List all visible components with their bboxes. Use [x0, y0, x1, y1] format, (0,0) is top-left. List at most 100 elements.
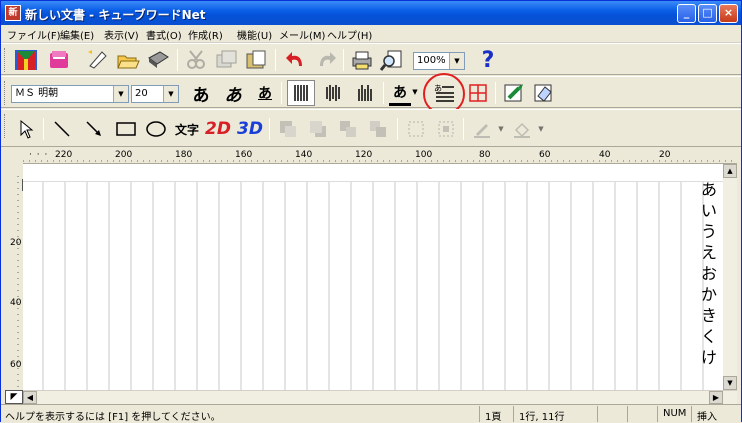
- bring-front-icon[interactable]: [275, 116, 301, 142]
- text-char: お: [701, 264, 718, 283]
- align-objects-icon[interactable]: [403, 116, 429, 142]
- open-folder-icon[interactable]: [115, 47, 141, 73]
- vertical-scrollbar[interactable]: ▲ ▼: [723, 164, 737, 390]
- new-doc-pink-icon[interactable]: [46, 47, 72, 73]
- text-char: い: [701, 201, 718, 220]
- save-icon[interactable]: [145, 47, 171, 73]
- font-color-dropdown-icon[interactable]: ▼: [411, 85, 419, 99]
- insert-object-icon[interactable]: [531, 80, 557, 106]
- status-mode: 挿入: [697, 412, 717, 423]
- menu-function[interactable]: 機能(U): [237, 27, 272, 42]
- chevron-down-icon[interactable]: ▼: [163, 86, 178, 102]
- copy-icon[interactable]: [213, 47, 239, 73]
- distribute-objects-icon[interactable]: [433, 116, 459, 142]
- scroll-left-icon[interactable]: ◀: [23, 391, 37, 404]
- app-window: 新 新しい文書 - キューブワードNet _ □ × ファイル(F) 編集(E)…: [0, 0, 742, 423]
- corner-arrow-icon[interactable]: ◤: [5, 390, 23, 404]
- align-center-button[interactable]: [319, 80, 347, 106]
- menu-format[interactable]: 書式(O): [146, 27, 182, 42]
- toolbar-grip[interactable]: [4, 81, 7, 105]
- new-file-icon[interactable]: [85, 47, 111, 73]
- status-bar: ヘルプを表示するには [F1] を押してください。 1頁 1行, 11行 NUM…: [1, 404, 741, 423]
- vertical-document-text[interactable]: あ い う え お か き く け: [701, 179, 719, 368]
- undo-icon[interactable]: [283, 47, 309, 73]
- arrow-tool-icon[interactable]: [81, 116, 107, 142]
- align-top-button[interactable]: [287, 80, 315, 106]
- drawing-toolbar: 文字 2D 3D ▼ ▼: [1, 109, 741, 147]
- document-page[interactable]: [23, 164, 737, 390]
- paste-icon[interactable]: [243, 47, 269, 73]
- text-char: け: [701, 348, 718, 367]
- font-size-value: 20: [135, 88, 148, 99]
- line-tool-icon[interactable]: [49, 116, 75, 142]
- group-icon[interactable]: [335, 116, 361, 142]
- menu-mail[interactable]: メール(M): [279, 27, 325, 42]
- text-char: く: [701, 327, 718, 346]
- font-size-select[interactable]: 20 ▼: [131, 85, 179, 103]
- scroll-right-icon[interactable]: ▶: [709, 391, 723, 404]
- minimize-button[interactable]: _: [677, 4, 696, 23]
- help-question-icon[interactable]: ?: [475, 47, 501, 73]
- zoom-value: 100%: [417, 55, 446, 66]
- text-char: あ: [701, 180, 718, 199]
- 3d-text-button[interactable]: 3D: [235, 116, 265, 142]
- logo-y-icon[interactable]: [13, 47, 39, 73]
- zoom-select[interactable]: 100% ▼: [413, 52, 465, 70]
- horizontal-ruler: · · · 220 200 180 160 140 120 100 80 60 …: [23, 148, 737, 164]
- text-char: う: [701, 222, 718, 241]
- align-bottom-button[interactable]: [351, 80, 379, 106]
- app-icon[interactable]: 新: [5, 5, 21, 21]
- text-char: き: [701, 306, 718, 325]
- standard-toolbar: 100% ▼ ?: [1, 43, 741, 75]
- cut-icon[interactable]: [183, 47, 209, 73]
- chevron-down-icon[interactable]: ▼: [449, 53, 464, 69]
- chevron-down-icon[interactable]: ▼: [537, 122, 545, 136]
- horizontal-scrollbar[interactable]: ◀ ▶: [23, 390, 737, 404]
- scroll-down-icon[interactable]: ▼: [723, 376, 737, 390]
- print-preview-icon[interactable]: [379, 47, 405, 73]
- svg-text:あ: あ: [434, 84, 442, 93]
- rectangle-tool-icon[interactable]: [113, 116, 139, 142]
- text-char: か: [701, 285, 718, 304]
- close-button[interactable]: ×: [719, 4, 738, 23]
- chevron-down-icon[interactable]: ▼: [497, 122, 505, 136]
- chevron-down-icon[interactable]: ▼: [113, 86, 128, 102]
- fill-color-icon[interactable]: [509, 116, 535, 142]
- status-num: NUM: [663, 408, 687, 419]
- text-tool-button[interactable]: 文字: [173, 116, 201, 142]
- redo-icon[interactable]: [313, 47, 339, 73]
- insert-image-icon[interactable]: [501, 80, 527, 106]
- print-icon[interactable]: [349, 47, 375, 73]
- font-color-button[interactable]: あ: [389, 80, 411, 106]
- font-name-select[interactable]: ＭＳ 明朝 ▼: [11, 85, 129, 103]
- maximize-button[interactable]: □: [698, 4, 717, 23]
- 2d-text-button[interactable]: 2D: [203, 116, 233, 142]
- menu-bar: ファイル(F) 編集(E) 表示(V) 書式(O) 作成(R) 機能(U) メー…: [1, 25, 741, 43]
- bold-button[interactable]: あ: [189, 81, 213, 106]
- menu-help[interactable]: ヘルプ(H): [327, 27, 372, 42]
- toolbar-grip[interactable]: [4, 114, 7, 138]
- window-title: 新しい文書 - キューブワードNet: [25, 8, 206, 22]
- text-char: え: [701, 243, 718, 262]
- font-name-value: ＭＳ 明朝: [15, 88, 59, 99]
- menu-view[interactable]: 表示(V): [104, 27, 139, 42]
- title-bar[interactable]: 新 新しい文書 - キューブワードNet _ □ ×: [1, 1, 741, 25]
- send-back-icon[interactable]: [305, 116, 331, 142]
- vertical-ruler: 20 40 60: [4, 176, 22, 390]
- italic-button[interactable]: あ: [221, 81, 245, 106]
- toolbar-grip[interactable]: [4, 48, 7, 72]
- menu-create[interactable]: 作成(R): [188, 27, 223, 42]
- table-icon[interactable]: [465, 80, 491, 106]
- line-color-icon[interactable]: [469, 116, 495, 142]
- underline-button[interactable]: あ: [253, 81, 277, 105]
- select-pointer-icon[interactable]: [15, 116, 39, 142]
- status-page: 1頁: [485, 412, 502, 423]
- ellipse-tool-icon[interactable]: [143, 116, 169, 142]
- status-position: 1行, 11行: [519, 412, 565, 423]
- format-toolbar: ＭＳ 明朝 ▼ 20 ▼ あ あ あ あ ▼ あ: [1, 73, 741, 115]
- menu-file[interactable]: ファイル(F): [7, 27, 61, 42]
- ungroup-icon[interactable]: [365, 116, 391, 142]
- menu-edit[interactable]: 編集(E): [60, 27, 94, 42]
- scroll-up-icon[interactable]: ▲: [723, 164, 737, 178]
- status-help-text: ヘルプを表示するには [F1] を押してください。: [5, 412, 221, 423]
